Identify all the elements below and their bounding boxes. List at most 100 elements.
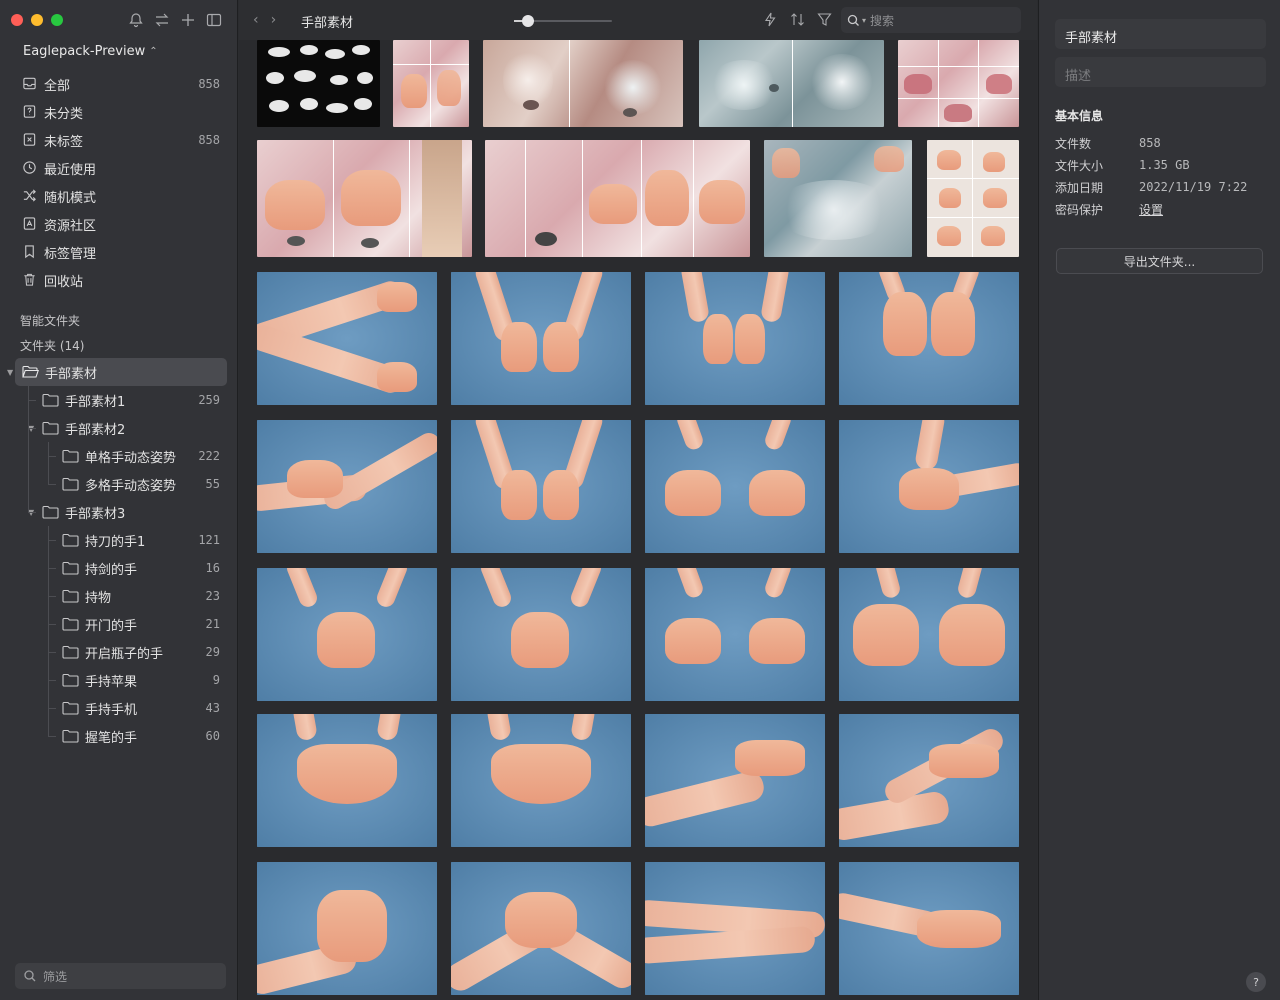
image-thumbnail[interactable] <box>645 420 825 553</box>
folder-tree-item[interactable]: 开门的手 21 <box>0 610 238 638</box>
image-thumbnail[interactable] <box>645 862 825 995</box>
image-thumbnail[interactable] <box>839 714 1019 847</box>
folder-tree-item[interactable]: 单格手动态姿势 222 <box>0 442 238 470</box>
password-setup-link[interactable]: 设置 <box>1139 201 1163 218</box>
folder-tree-item[interactable]: 多格手动态姿势 55 <box>0 470 238 498</box>
description-field[interactable]: 描述 <box>1055 57 1266 87</box>
sidebar-nav: 全部 858 未分类 未标签 858 最近使用 随机模式 资源社区 标签管理 回收站 <box>0 70 238 294</box>
image-thumbnail[interactable] <box>257 272 437 405</box>
image-thumbnail[interactable] <box>257 862 437 995</box>
sync-icon[interactable] <box>154 12 170 28</box>
bell-icon[interactable] <box>128 12 144 28</box>
shuffle-icon <box>22 188 38 204</box>
folder-count: 121 <box>198 533 220 547</box>
smart-folders-heading[interactable]: 智能文件夹 <box>20 312 80 329</box>
image-thumbnail[interactable] <box>839 420 1019 553</box>
export-folder-button[interactable]: 导出文件夹... <box>1056 248 1263 274</box>
image-thumbnail[interactable] <box>645 568 825 701</box>
image-thumbnail[interactable] <box>645 714 825 847</box>
hand-photo <box>451 568 631 701</box>
toggle-sidebar-icon[interactable] <box>206 12 222 28</box>
sidebar-nav-item[interactable]: 随机模式 <box>0 182 238 210</box>
search-input[interactable]: ▾ 搜索 <box>841 7 1021 33</box>
folder-tree-item[interactable]: 手持苹果 9 <box>0 666 238 694</box>
image-thumbnail[interactable] <box>927 140 1019 257</box>
folder-icon <box>42 421 59 435</box>
image-thumbnail[interactable] <box>839 568 1019 701</box>
sidebar-nav-item[interactable]: 未标签 858 <box>0 126 238 154</box>
search-icon <box>23 969 37 983</box>
image-thumbnail[interactable] <box>764 140 912 257</box>
folder-count: 16 <box>205 561 220 575</box>
image-thumbnail[interactable] <box>483 40 683 127</box>
image-thumbnail[interactable] <box>839 272 1019 405</box>
image-thumbnail[interactable] <box>451 420 631 553</box>
hand-photo <box>257 272 437 405</box>
folder-icon <box>62 477 79 491</box>
sidebar-nav-item[interactable]: 资源社区 <box>0 210 238 238</box>
folder-count: 259 <box>198 393 220 407</box>
image-thumbnail[interactable] <box>645 272 825 405</box>
help-button[interactable]: ? <box>1246 972 1266 992</box>
image-grid <box>239 40 1037 1000</box>
clock-icon <box>22 160 38 176</box>
folder-tree-item[interactable]: 开启瓶子的手 29 <box>0 638 238 666</box>
tree-guide-elbow <box>48 680 56 681</box>
hand-photo <box>451 862 631 995</box>
folder-tree-item[interactable]: 持剑的手 16 <box>0 554 238 582</box>
image-thumbnail[interactable] <box>898 40 1019 127</box>
nav-item-count: 858 <box>198 77 220 91</box>
folder-label: 持物 <box>85 590 112 606</box>
sidebar-nav-item[interactable]: 标签管理 <box>0 238 238 266</box>
library-switcher[interactable]: Eaglepack-Preview ⌃ <box>23 44 158 59</box>
folder-tree-item[interactable]: 持刀的手1 121 <box>0 526 238 554</box>
sidebar-nav-item[interactable]: 回收站 <box>0 266 238 294</box>
filter-input[interactable]: 筛选 <box>15 963 226 989</box>
image-thumbnail[interactable] <box>485 140 750 257</box>
nav-item-label: 未标签 <box>44 134 84 150</box>
close-window-button[interactable] <box>11 14 23 26</box>
sidebar-nav-item[interactable]: 最近使用 <box>0 154 238 182</box>
image-thumbnail[interactable] <box>451 568 631 701</box>
thumbnail-size-slider[interactable] <box>514 15 612 27</box>
info-row: 文件大小 1.35 GB <box>1055 154 1266 176</box>
folder-name-field[interactable]: 手部素材 <box>1055 19 1266 49</box>
filter-funnel-icon[interactable] <box>817 12 832 27</box>
folder-icon <box>62 589 79 603</box>
lightning-icon[interactable] <box>763 12 778 27</box>
folder-tree-item[interactable]: ▼ 手部素材 <box>7 358 227 386</box>
zoom-window-button[interactable] <box>51 14 63 26</box>
forward-arrow-icon[interactable]: › <box>271 12 277 28</box>
tree-guide-elbow <box>48 540 56 541</box>
sort-icon[interactable] <box>790 12 805 27</box>
plus-icon[interactable] <box>180 12 196 28</box>
sidebar-nav-item[interactable]: 未分类 <box>0 98 238 126</box>
tree-guide-line <box>48 526 49 736</box>
image-thumbnail[interactable] <box>451 862 631 995</box>
slider-knob[interactable] <box>521 15 534 27</box>
image-thumbnail[interactable] <box>699 40 884 127</box>
image-thumbnail[interactable] <box>839 862 1019 995</box>
history-nav: ‹ › <box>253 12 276 28</box>
image-thumbnail[interactable] <box>257 714 437 847</box>
search-icon <box>847 14 860 27</box>
image-thumbnail[interactable] <box>257 40 380 127</box>
image-thumbnail[interactable] <box>257 140 472 257</box>
image-thumbnail[interactable] <box>451 272 631 405</box>
folders-heading[interactable]: 文件夹 (14) <box>20 337 84 354</box>
sidebar-nav-item[interactable]: 全部 858 <box>0 70 238 98</box>
image-thumbnail[interactable] <box>451 714 631 847</box>
folder-tree-item[interactable]: 握笔的手 60 <box>0 722 238 750</box>
image-thumbnail[interactable] <box>393 40 469 127</box>
folder-tree-item[interactable]: 手持手机 43 <box>0 694 238 722</box>
tree-guide-elbow <box>48 484 56 485</box>
hand-photo <box>839 568 1019 701</box>
image-thumbnail[interactable] <box>257 420 437 553</box>
folder-label: 手部素材2 <box>65 422 126 438</box>
caret-down-icon[interactable]: ▼ <box>7 368 13 377</box>
folder-tree-item[interactable]: 持物 23 <box>0 582 238 610</box>
chevron-down-icon[interactable]: ▾ <box>862 16 866 25</box>
image-thumbnail[interactable] <box>257 568 437 701</box>
back-arrow-icon[interactable]: ‹ <box>253 12 259 28</box>
minimize-window-button[interactable] <box>31 14 43 26</box>
